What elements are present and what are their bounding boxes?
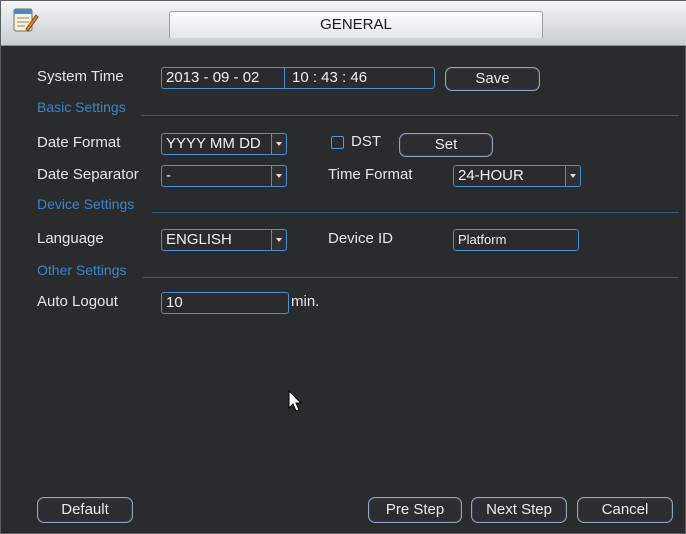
next-step-button[interactable]: Next Step [471,497,567,523]
date-format-value: YYYY MM DD [166,135,261,152]
cancel-button[interactable]: Cancel [577,497,673,523]
window-title: GENERAL [169,11,543,38]
divider [141,115,679,116]
date-separator-select[interactable]: - [161,165,287,187]
general-settings-window: GENERAL System Time 2013 - 09 - 02 10 : … [0,0,686,534]
language-value: ENGLISH [166,231,232,248]
chevron-down-icon[interactable] [271,230,286,250]
language-select[interactable]: ENGLISH [161,229,287,251]
divider [143,277,679,278]
chevron-down-icon[interactable] [271,166,286,186]
dst-label: DST [351,133,381,150]
dst-checkbox[interactable] [331,136,344,149]
time-format-label: Time Format [328,166,413,183]
system-time-label: System Time [37,68,124,85]
dst-set-button[interactable]: Set [399,133,493,157]
system-time-field[interactable]: 2013 - 09 - 02 10 : 43 : 46 [161,67,435,89]
auto-logout-input[interactable]: 10 [161,292,289,314]
date-format-label: Date Format [37,134,121,151]
save-button[interactable]: Save [445,67,540,91]
chevron-down-icon[interactable] [565,166,580,186]
language-label: Language [37,230,104,247]
pre-step-button[interactable]: Pre Step [368,497,462,523]
time-format-value: 24-HOUR [458,167,524,184]
mouse-pointer-icon [288,389,304,419]
settings-notepad-icon [9,5,39,35]
basic-settings-heading: Basic Settings [37,99,126,115]
device-id-label: Device ID [328,230,394,247]
device-id-input[interactable]: Platform [453,229,579,251]
time-format-select[interactable]: 24-HOUR [453,165,581,187]
device-settings-heading: Device Settings [37,196,135,212]
system-date-value[interactable]: 2013 - 09 - 02 [166,69,259,86]
date-separator-value: - [166,167,171,184]
date-format-select[interactable]: YYYY MM DD [161,133,287,155]
auto-logout-unit: min. [291,293,320,310]
divider [152,212,679,213]
auto-logout-label: Auto Logout [37,293,118,310]
default-button[interactable]: Default [37,497,133,523]
date-separator-label: Date Separator [37,166,139,183]
chevron-down-icon[interactable] [271,134,286,154]
system-time-value[interactable]: 10 : 43 : 46 [292,68,367,88]
date-time-divider [284,68,285,88]
title-bar: GENERAL [1,1,686,46]
other-settings-heading: Other Settings [37,262,127,278]
